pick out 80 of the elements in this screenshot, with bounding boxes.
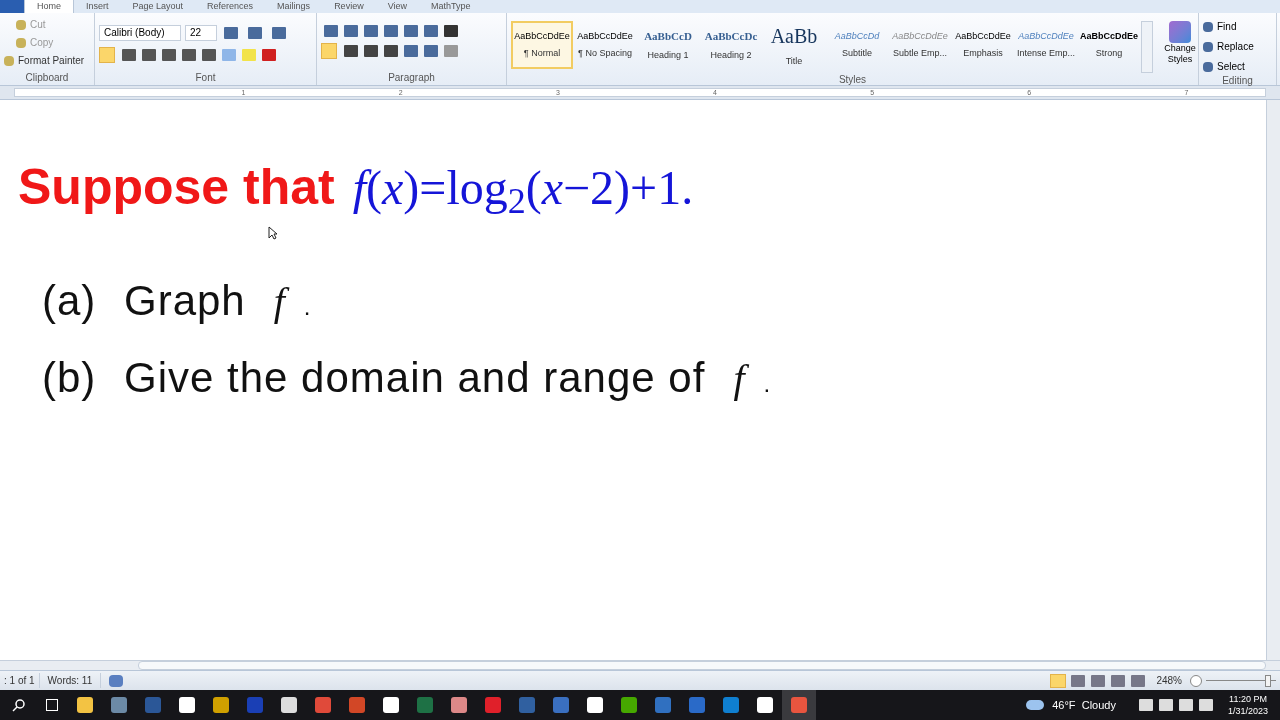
mouse-pointer-icon	[268, 226, 278, 240]
item-label: (b)	[42, 353, 98, 403]
heading-text: Suppose that	[18, 158, 335, 217]
style-gallery-item[interactable]: AaBbCcDdEe ¶ No Spacing	[574, 21, 636, 69]
style-gallery-item[interactable]: AaBbCcD Heading 1	[637, 21, 699, 69]
taskbar-app-icon[interactable]	[213, 697, 229, 713]
taskbar-app-icon[interactable]	[247, 697, 263, 713]
clipboard-command[interactable]: Format Painter	[4, 53, 85, 68]
taskbar-app-icon[interactable]	[179, 697, 195, 713]
horizontal-scrollbar[interactable]	[138, 661, 1266, 670]
taskbar-app-icon[interactable]	[145, 697, 161, 713]
ribbon-tab[interactable]: References	[195, 0, 266, 13]
ribbon-tab[interactable]: Mailings	[265, 0, 323, 13]
weather-text[interactable]: 46°F Cloudy	[1052, 696, 1116, 714]
zoom-out-icon[interactable]	[1190, 674, 1202, 687]
group-label: Font	[194, 71, 217, 85]
formula: f(x)=log$_{2}$(x−2)+1.	[352, 160, 694, 223]
ribbon-tab[interactable]: MathType	[419, 0, 483, 13]
item-period: .	[763, 369, 772, 399]
file-tab[interactable]	[0, 0, 24, 13]
style-gallery-item[interactable]: AaBbCcDdEe Strong	[1078, 21, 1140, 69]
ribbon-tab[interactable]: Insert	[74, 0, 121, 13]
taskbar-app-icon[interactable]	[689, 697, 705, 713]
search-icon[interactable]	[12, 698, 26, 712]
taskbar-app-icon[interactable]	[519, 697, 535, 713]
taskbar-app-icon[interactable]	[383, 697, 399, 713]
taskbar-app-icon[interactable]	[111, 697, 127, 713]
word-count[interactable]: Words: 11	[39, 673, 102, 688]
clock-time[interactable]: 11:20 PM	[1229, 693, 1267, 705]
ribbon-tab[interactable]: Home	[24, 0, 74, 13]
style-gallery-item[interactable]: AaBbCcDdEe Subtle Emp...	[889, 21, 951, 69]
item-label: (a)	[42, 276, 98, 326]
bold-icon[interactable]	[99, 47, 115, 63]
font-name-field[interactable]: Calibri (Body)	[99, 25, 181, 41]
taskbar-app-icon[interactable]	[621, 697, 637, 713]
item-period: .	[303, 292, 312, 322]
taskbar-app-icon[interactable]	[655, 697, 671, 713]
align-left-icon[interactable]	[321, 43, 337, 59]
group-label: Editing	[1221, 74, 1254, 88]
item-text: Graph	[124, 276, 246, 326]
ribbon-tab[interactable]: View	[375, 0, 419, 13]
editing-command[interactable]: Select	[1203, 59, 1254, 74]
taskbar-app-icon[interactable]	[553, 697, 569, 713]
taskbar-app-icon[interactable]	[485, 697, 501, 713]
taskbar-app-icon[interactable]	[791, 697, 807, 713]
group-label: Paragraph	[387, 71, 436, 85]
editing-command[interactable]: Replace	[1203, 39, 1254, 54]
group-label: Clipboard	[24, 71, 70, 85]
zoom-level[interactable]: 248%	[1156, 673, 1182, 688]
zoom-slider[interactable]	[1206, 674, 1276, 687]
taskbar-app-icon[interactable]	[451, 697, 467, 713]
style-gallery-item[interactable]: AaBbCcDdEe Intense Emp...	[1015, 21, 1077, 69]
ribbon-tab[interactable]: Review	[322, 0, 376, 13]
taskbar-app-icon[interactable]	[417, 697, 433, 713]
taskbar-app-icon[interactable]	[723, 697, 739, 713]
taskbar-app-icon[interactable]	[281, 697, 297, 713]
style-gallery-item[interactable]: AaBbCcDd Subtitle	[826, 21, 888, 69]
change-styles-icon[interactable]	[1169, 21, 1191, 43]
font-size-field[interactable]: 22	[185, 25, 217, 41]
print-layout-icon[interactable]	[1050, 673, 1067, 688]
task-view-icon[interactable]	[46, 699, 58, 711]
editing-command[interactable]: Find	[1203, 19, 1254, 34]
zoom-slider-thumb[interactable]	[1264, 674, 1271, 687]
taskbar-app-icon[interactable]	[315, 697, 331, 713]
taskbar-app-icon[interactable]	[77, 697, 93, 713]
vertical-scrollbar[interactable]	[1266, 100, 1280, 660]
ribbon-tab[interactable]: Page Layout	[120, 0, 196, 13]
gallery-scrollbar[interactable]	[1141, 21, 1153, 73]
clock-date[interactable]: 1/31/2023	[1227, 705, 1268, 717]
page-count[interactable]: : 1 of 1	[0, 673, 40, 688]
taskbar-app-icon[interactable]	[757, 697, 773, 713]
taskbar-app-icon[interactable]	[587, 697, 603, 713]
style-gallery-item[interactable]: AaBbCcDdEe ¶ Normal	[511, 21, 573, 69]
change-styles-button[interactable]: Change Styles	[1160, 43, 1200, 65]
item-text: Give the domain and range of	[124, 353, 706, 403]
style-gallery-item[interactable]: AaBb Title	[763, 21, 825, 69]
taskbar-app-icon[interactable]	[349, 697, 365, 713]
group-label: Styles	[837, 73, 868, 87]
style-gallery-item[interactable]: AaBbCcDdEe Emphasis	[952, 21, 1014, 69]
style-gallery-item[interactable]: AaBbCcDc Heading 2	[700, 21, 762, 69]
